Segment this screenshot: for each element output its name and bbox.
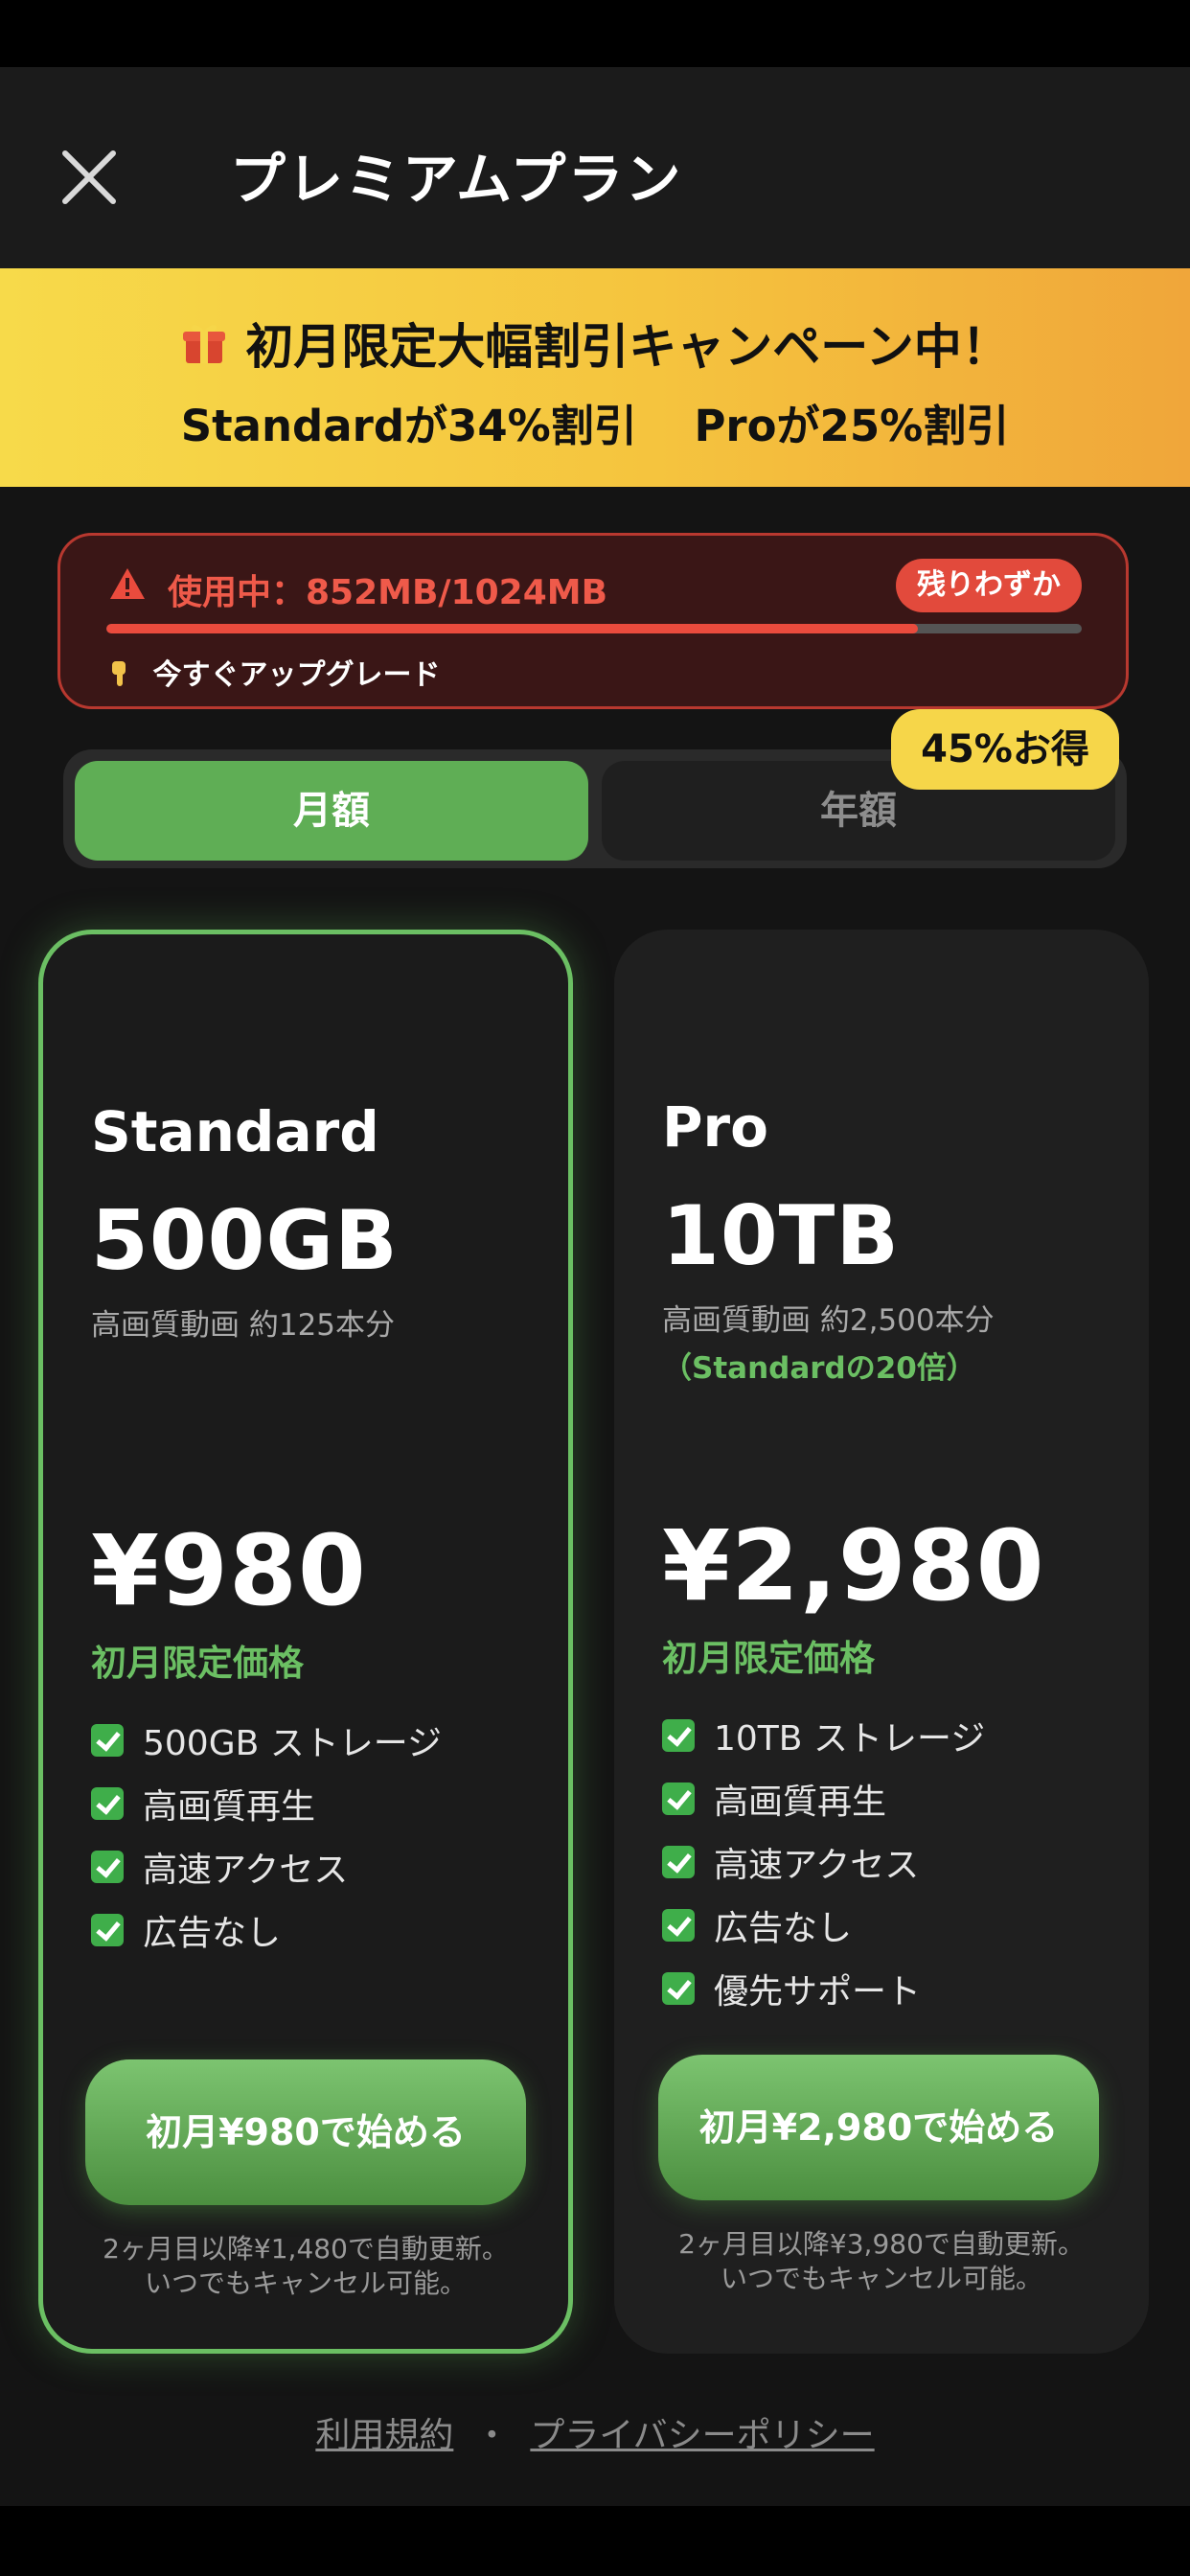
plan-description: 高画質動画 約125本分 <box>91 1308 396 1343</box>
plan-name: Pro <box>662 1094 768 1160</box>
plan-price-note: 初月限定価格 <box>91 1643 304 1684</box>
check-icon <box>91 1787 124 1820</box>
check-icon <box>662 1782 695 1815</box>
promo-headline-row: 初月限定大幅割引キャンペーン中！ <box>0 309 1190 379</box>
feature-label: 高速アクセス <box>714 1846 920 1885</box>
upgrade-now-label: 今すぐアップグレード <box>152 658 441 692</box>
plan-price-note: 初月限定価格 <box>662 1638 875 1679</box>
renewal-note-line: いつでもキャンセル可能。 <box>144 2267 467 2299</box>
yearly-savings-badge: 45%お得 <box>891 709 1119 790</box>
feature-label: 広告なし <box>143 1914 282 1953</box>
usage-progress-bar <box>106 624 1082 633</box>
plan-price: ¥2,980 <box>662 1509 1045 1623</box>
renewal-note-line: 2ヶ月目以降¥1,480で自動更新。 <box>103 2233 509 2265</box>
check-icon <box>91 1724 124 1757</box>
terms-link[interactable]: 利用規約 <box>315 2416 453 2455</box>
feature-label: 優先サポート <box>714 1972 922 2012</box>
start-standard-button[interactable]: 初月¥980で始める <box>85 2059 526 2205</box>
feature-label: 高速アクセス <box>143 1851 349 1890</box>
feature-item: 高速アクセス <box>662 1830 985 1894</box>
plan-card-standard[interactable]: Standard 500GB 高画質動画 約125本分 ¥980 初月限定価格 … <box>38 930 573 2354</box>
promo-discounts: Standardが34%割引 Proが25%割引 <box>0 391 1190 453</box>
promo-banner: 初月限定大幅割引キャンペーン中！ Standardが34%割引 Proが25%割… <box>0 268 1190 487</box>
plan-capacity: 10TB <box>662 1188 900 1284</box>
feature-item: 500GB ストレージ <box>91 1709 442 1772</box>
check-icon <box>662 1719 695 1752</box>
check-icon <box>662 1909 695 1942</box>
close-icon <box>62 150 116 204</box>
plan-card-pro[interactable]: Pro 10TB 高画質動画 約2,500本分 （Standardの20倍） ¥… <box>614 930 1149 2354</box>
feature-item: 優先サポート <box>662 1957 985 2020</box>
promo-headline: 初月限定大幅割引キャンペーン中！ <box>245 319 1010 375</box>
feature-label: 高画質再生 <box>714 1782 887 1822</box>
usage-text: 使用中：852MB/1024MB <box>168 573 608 612</box>
feature-item: 広告なし <box>91 1898 442 1962</box>
promo-pro-discount: Proが25%割引 <box>694 401 1010 451</box>
feature-list: 10TB ストレージ 高画質再生 高速アクセス 広告なし 優先サポート <box>662 1704 985 2020</box>
plan-description: 高画質動画 約2,500本分 <box>662 1303 995 1338</box>
plan-name: Standard <box>91 1099 379 1164</box>
start-pro-button[interactable]: 初月¥2,980で始める <box>658 2055 1099 2200</box>
renewal-note: 2ヶ月目以降¥1,480で自動更新。 いつでもキャンセル可能。 <box>43 2232 568 2301</box>
feature-item: 広告なし <box>662 1894 985 1957</box>
promo-standard-discount: Standardが34%割引 <box>180 401 637 451</box>
gift-icon <box>180 319 228 379</box>
upgrade-now-link[interactable]: 今すぐアップグレード <box>108 651 440 693</box>
plan-description-highlight: （Standardの20倍） <box>662 1351 976 1386</box>
plan-capacity: 500GB <box>91 1193 399 1289</box>
renewal-note-line: 2ヶ月目以降¥3,980で自動更新。 <box>678 2228 1085 2260</box>
warning-icon <box>108 566 147 605</box>
check-icon <box>662 1846 695 1878</box>
plan-price: ¥980 <box>91 1514 367 1628</box>
pointing-down-icon <box>108 658 141 692</box>
renewal-note: 2ヶ月目以降¥3,980で自動更新。 いつでもキャンセル可能。 <box>614 2227 1149 2296</box>
close-button[interactable] <box>56 144 123 211</box>
monthly-tab[interactable]: 月額 <box>75 761 588 861</box>
feature-label: 高画質再生 <box>143 1787 316 1827</box>
footer-separator: ・ <box>474 2416 510 2455</box>
privacy-policy-link[interactable]: プライバシーポリシー <box>530 2416 874 2455</box>
usage-progress-fill <box>106 624 918 633</box>
feature-label: 10TB ストレージ <box>714 1719 986 1759</box>
low-storage-badge: 残りわずか <box>896 559 1082 612</box>
feature-item: 高画質再生 <box>91 1772 442 1835</box>
feature-item: 高速アクセス <box>91 1835 442 1898</box>
footer-links: 利用規約・プライバシーポリシー <box>0 2407 1190 2457</box>
storage-usage-alert: 使用中：852MB/1024MB 残りわずか 今すぐアップグレード <box>57 533 1129 709</box>
check-icon <box>91 1914 124 1946</box>
feature-label: 500GB ストレージ <box>143 1724 443 1763</box>
feature-item: 10TB ストレージ <box>662 1704 985 1767</box>
feature-item: 高画質再生 <box>662 1767 985 1830</box>
check-icon <box>91 1851 124 1883</box>
check-icon <box>662 1972 695 2005</box>
renewal-note-line: いつでもキャンセル可能。 <box>720 2263 1042 2294</box>
page-title: プレミアムプラン <box>230 147 683 212</box>
feature-label: 広告なし <box>714 1909 853 1948</box>
feature-list: 500GB ストレージ 高画質再生 高速アクセス 広告なし <box>91 1709 442 1962</box>
